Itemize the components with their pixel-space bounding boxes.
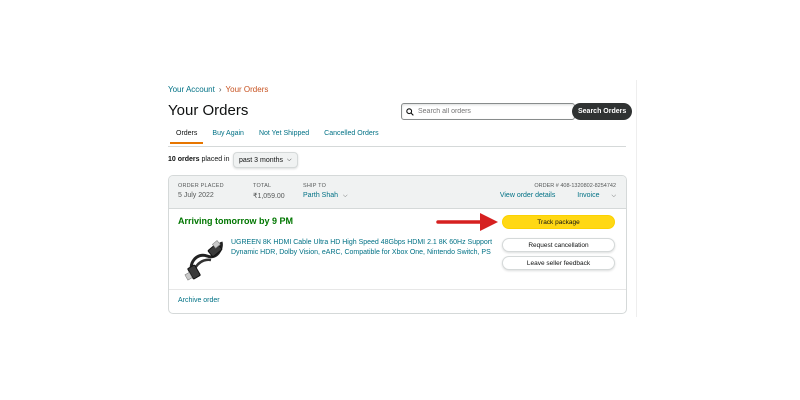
archive-order-link[interactable]: Archive order: [178, 297, 220, 304]
track-package-button[interactable]: Track package: [502, 215, 615, 229]
breadcrumb: Your Account › Your Orders: [168, 85, 268, 94]
period-selected-value: past 3 months: [239, 156, 283, 164]
tab-buy-again[interactable]: Buy Again: [212, 130, 244, 142]
orders-count: 10 orders: [168, 156, 200, 163]
request-cancellation-button[interactable]: Request cancellation: [502, 238, 615, 252]
order-total-value: ₹1,059.00: [253, 193, 285, 200]
order-tabs: Orders Buy Again Not Yet Shipped Cancell…: [169, 130, 394, 144]
order-number: ORDER # 408-1320802-8254742: [534, 183, 616, 189]
ship-to-label: SHIP TO: [303, 183, 327, 189]
invoice-label: Invoice: [577, 192, 600, 199]
order-placed-value: 5 July 2022: [178, 192, 214, 199]
ship-to-value[interactable]: Parth Shah ⌵: [303, 192, 348, 200]
search-icon: [406, 107, 414, 116]
order-total-label: TOTAL: [253, 183, 272, 189]
order-placed-column: ORDER PLACED 5 July 2022: [178, 183, 224, 199]
delivery-status: Arriving tomorrow by 9 PM: [178, 216, 294, 226]
leave-seller-feedback-button[interactable]: Leave seller feedback: [502, 256, 615, 270]
view-order-details-link[interactable]: View order details: [500, 192, 556, 199]
tab-cancelled-orders[interactable]: Cancelled Orders: [324, 130, 378, 142]
order-number-column: ORDER # 408-1320802-8254742 View order d…: [490, 183, 616, 200]
chevron-down-icon: ⌵: [611, 193, 616, 199]
order-card: ORDER PLACED 5 July 2022 TOTAL ₹1,059.00…: [168, 175, 627, 314]
chevron-down-icon: ⌵: [342, 193, 348, 199]
page-title: Your Orders: [168, 102, 249, 119]
product-title-link[interactable]: UGREEN 8K HDMI Cable Ultra HD High Speed…: [231, 238, 499, 258]
ship-to-name: Parth Shah: [303, 192, 339, 199]
breadcrumb-separator: ›: [218, 85, 222, 94]
tab-orders[interactable]: Orders: [169, 130, 204, 144]
order-card-header: ORDER PLACED 5 July 2022 TOTAL ₹1,059.00…: [169, 176, 626, 209]
invoice-link[interactable]: Invoice ⌵: [567, 192, 616, 199]
order-placed-label: ORDER PLACED: [178, 183, 224, 189]
ship-to-column: SHIP TO Parth Shah ⌵: [303, 183, 348, 200]
page-edge-line: [636, 80, 637, 317]
breadcrumb-your-orders[interactable]: Your Orders: [226, 85, 269, 94]
card-divider: [169, 289, 626, 290]
chevron-down-icon: ⌵: [286, 156, 292, 163]
search-orders-button[interactable]: Search Orders: [572, 103, 633, 120]
tabs-divider: [168, 146, 626, 147]
order-total-column: TOTAL ₹1,059.00: [253, 183, 285, 200]
placed-in-text: placed in: [201, 156, 230, 163]
breadcrumb-your-account[interactable]: Your Account: [168, 85, 215, 94]
period-dropdown[interactable]: past 3 months ⌵: [233, 152, 298, 168]
hdmi-cable-image[interactable]: [183, 238, 229, 284]
red-arrow-annotation: [436, 213, 498, 231]
orders-count-line: 10 orders placed in: [168, 156, 230, 163]
search-field[interactable]: [401, 103, 575, 120]
search-input[interactable]: [418, 108, 558, 115]
tab-not-yet-shipped[interactable]: Not Yet Shipped: [259, 130, 309, 142]
